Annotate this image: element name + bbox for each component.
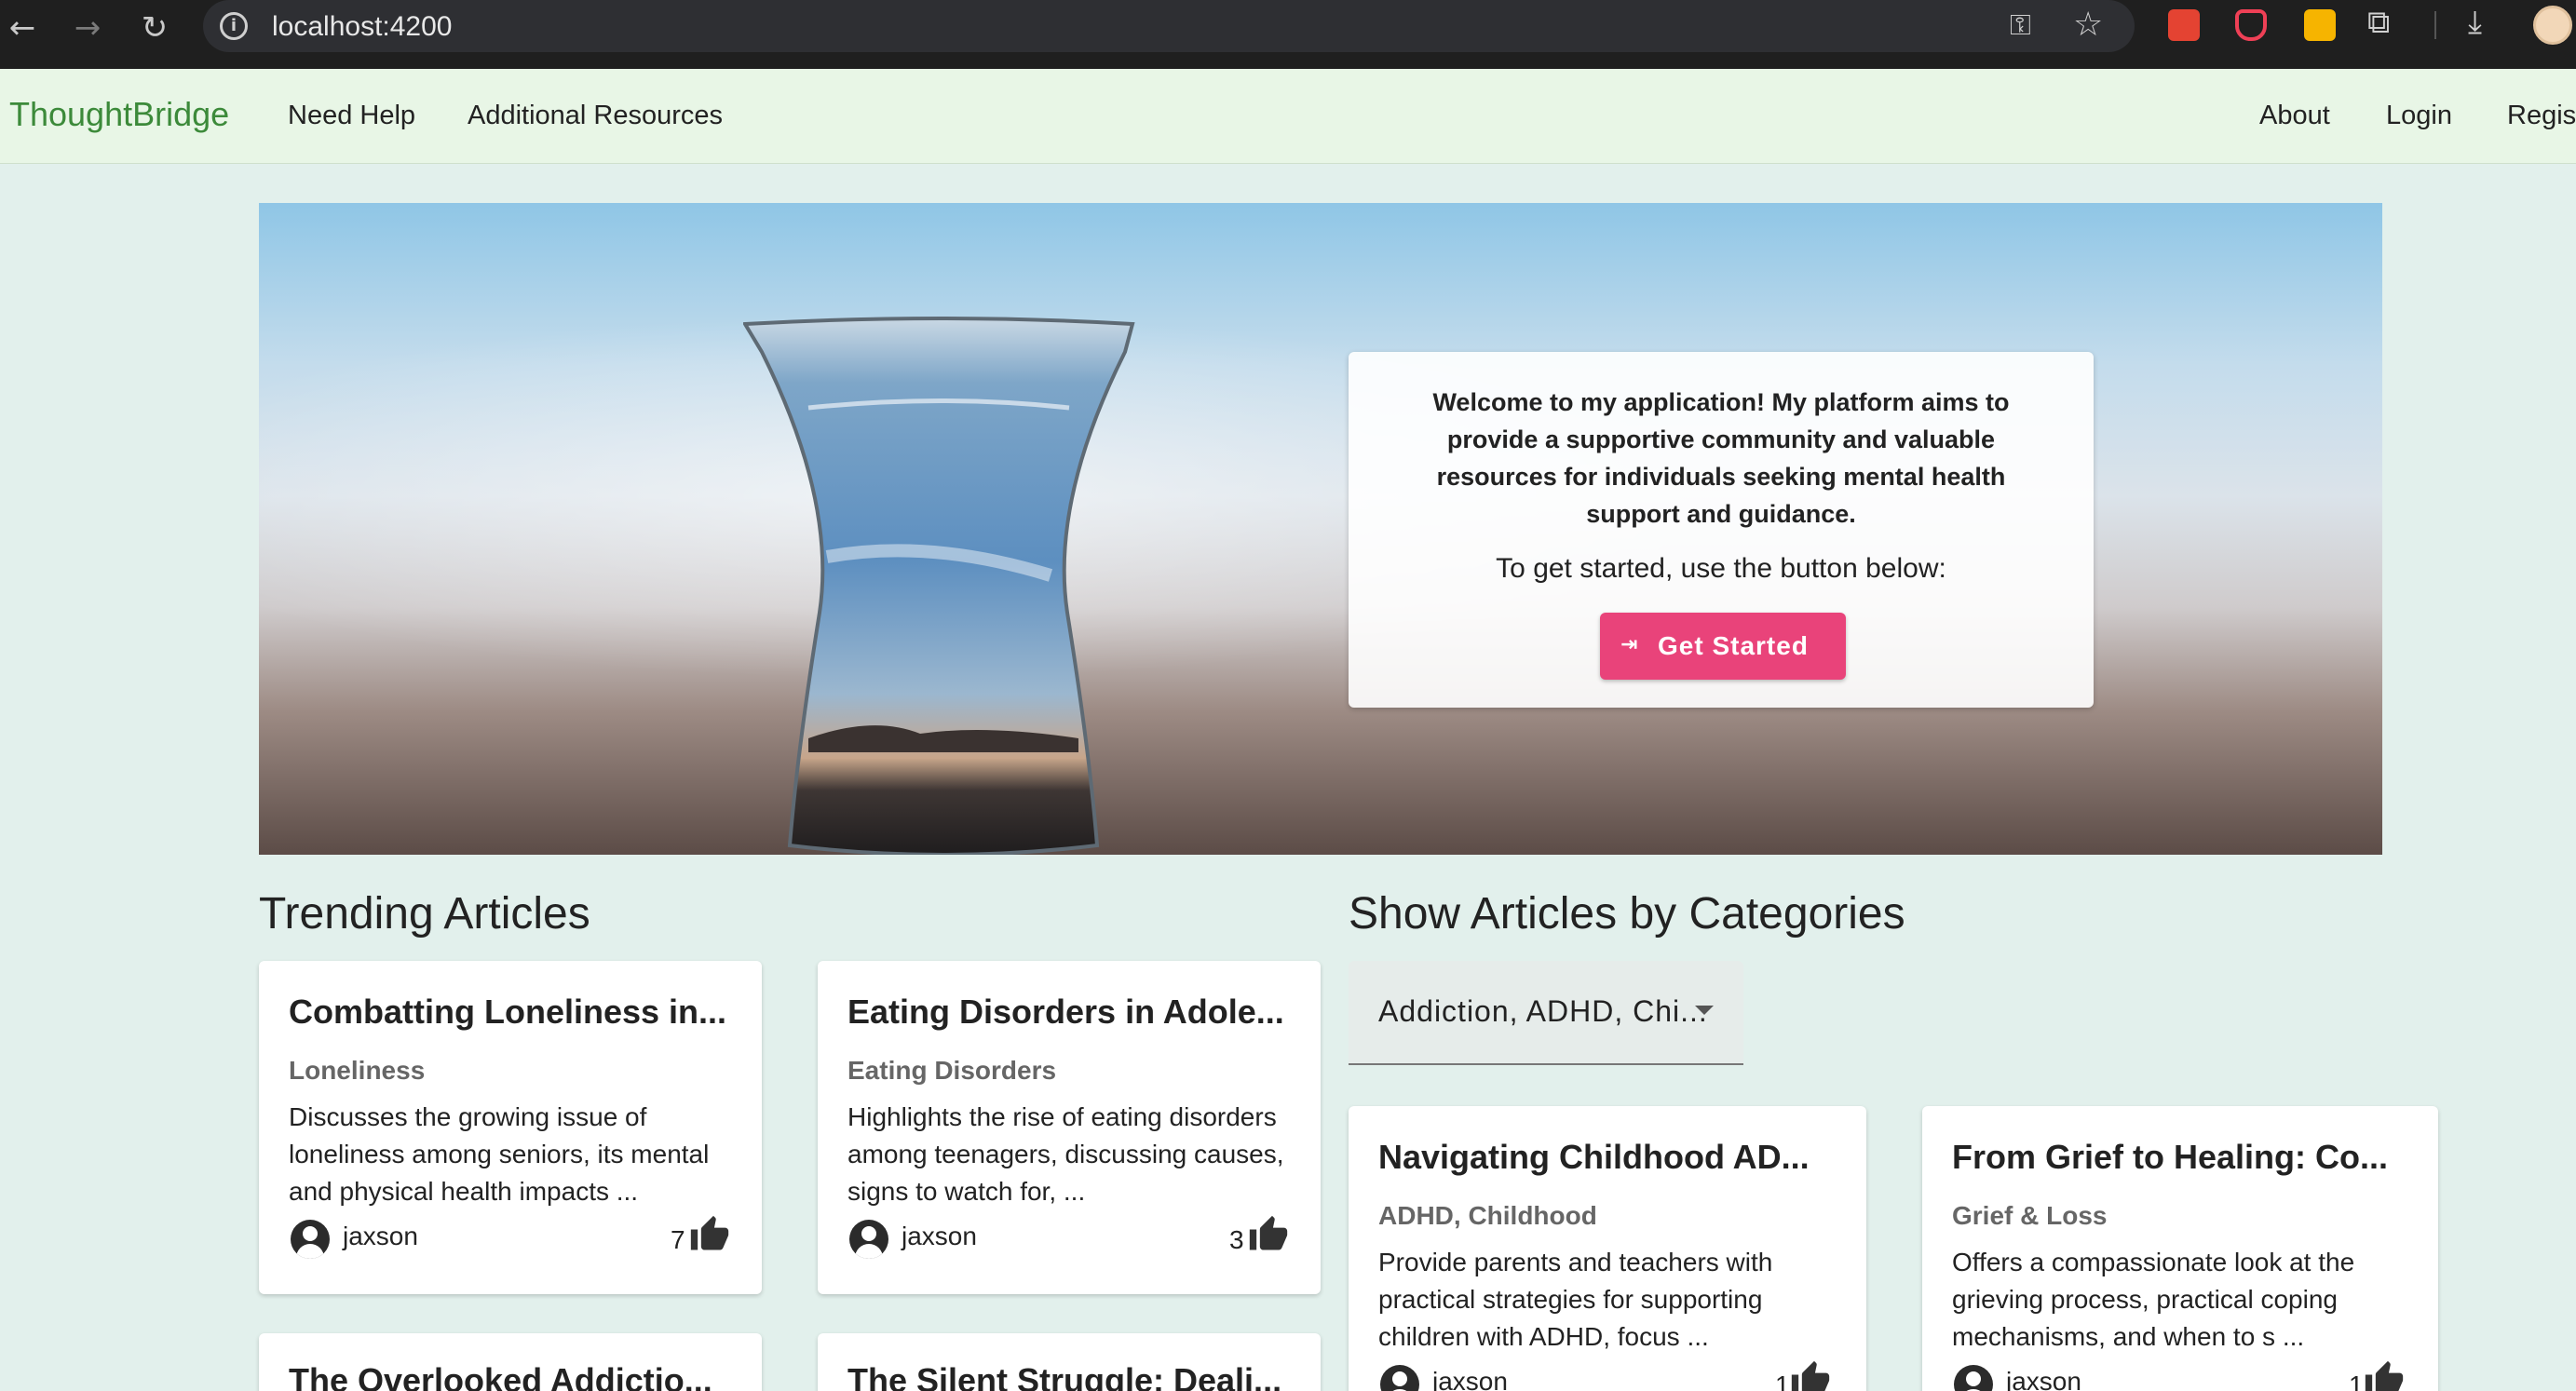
category-article-card[interactable]: Navigating Childhood AD... ADHD, Childho… — [1349, 1106, 1866, 1391]
address-bar[interactable]: i localhost:4200 ⚿ ☆ — [203, 0, 2135, 52]
article-desc-line: Discusses the growing issue of — [289, 1102, 647, 1131]
article-category: Loneliness — [289, 1056, 426, 1085]
login-icon: ⇥ — [1620, 633, 1639, 656]
article-title: The Silent Struggle: Deali... — [847, 1361, 1282, 1391]
profile-avatar[interactable] — [2533, 6, 2572, 45]
account-circle-icon — [291, 1220, 330, 1259]
account-circle-icon — [1954, 1365, 1993, 1391]
extensions-icon[interactable]: ⧉ — [2367, 4, 2390, 41]
welcome-subtext: To get started, use the button below: — [1496, 553, 1946, 584]
like-count: 1 — [1775, 1371, 1790, 1391]
article-category: Eating Disorders — [847, 1056, 1057, 1085]
article-description: Discusses the growing issue of lonelines… — [289, 1099, 709, 1210]
nav-login[interactable]: Login — [2386, 101, 2452, 131]
trending-article-card[interactable]: The Overlooked Addictio... — [259, 1333, 762, 1391]
thumb-up-icon[interactable] — [1248, 1214, 1289, 1255]
app-navbar: ThoughtBridge Need Help Additional Resou… — [0, 69, 2576, 164]
nav-additional-resources[interactable]: Additional Resources — [468, 101, 723, 131]
star-icon[interactable]: ☆ — [2073, 6, 2103, 44]
trending-article-card[interactable]: Combatting Loneliness in... Loneliness D… — [259, 961, 762, 1294]
article-description: Offers a compassionate look at the griev… — [1952, 1244, 2354, 1356]
article-desc-line: Provide parents and teachers with — [1378, 1248, 1773, 1276]
article-author: jaxson — [1432, 1367, 1508, 1391]
article-title: Combatting Loneliness in... — [289, 993, 727, 1031]
info-icon[interactable]: i — [220, 12, 248, 40]
like-count: 7 — [671, 1225, 685, 1254]
article-description: Provide parents and teachers with practi… — [1378, 1244, 1772, 1356]
thumb-up-icon[interactable] — [2364, 1359, 2405, 1391]
trending-article-card[interactable]: Eating Disorders in Adole... Eating Diso… — [818, 961, 1321, 1294]
forward-icon[interactable]: → — [67, 7, 108, 48]
article-category: Grief & Loss — [1952, 1201, 2108, 1230]
back-icon[interactable]: ← — [2, 7, 43, 48]
chevron-down-icon — [1695, 1006, 1714, 1015]
article-author: jaxson — [343, 1222, 418, 1250]
article-author: jaxson — [2006, 1367, 2081, 1391]
download-icon[interactable]: ⤓ — [2468, 4, 2482, 41]
account-circle-icon — [849, 1220, 888, 1259]
browser-toolbar: ← → ↻ i localhost:4200 ⚿ ☆ ⧉ ⤓ — [0, 0, 2576, 69]
todoist-icon[interactable] — [2168, 9, 2200, 41]
thumb-up-icon[interactable] — [1790, 1359, 1831, 1391]
get-started-label: Get Started — [1658, 631, 1809, 660]
article-desc-line: signs to watch for, ... — [847, 1177, 1086, 1206]
article-author: jaxson — [902, 1222, 977, 1250]
category-article-card[interactable]: From Grief to Healing: Co... Grief & Los… — [1922, 1106, 2438, 1391]
article-description: Highlights the rise of eating disorders … — [847, 1099, 1284, 1210]
nav-about[interactable]: About — [2259, 101, 2330, 131]
article-desc-line: and physical health impacts ... — [289, 1177, 639, 1206]
article-title: Navigating Childhood AD... — [1378, 1138, 1810, 1176]
article-desc-line: mechanisms, and when to s ... — [1952, 1322, 2305, 1351]
article-title: Eating Disorders in Adole... — [847, 993, 1284, 1031]
welcome-message: Welcome to my application! My platform a… — [1432, 388, 2010, 528]
article-desc-line: loneliness among seniors, its mental — [289, 1140, 710, 1168]
nav-register[interactable]: Register — [2507, 101, 2576, 131]
trending-article-card[interactable]: The Silent Struggle: Deali... — [818, 1333, 1321, 1391]
key-icon[interactable]: ⚿ — [2010, 9, 2031, 42]
welcome-card: Welcome to my application! My platform a… — [1349, 352, 2094, 708]
hero-banner: Welcome to my application! My platform a… — [259, 203, 2382, 855]
category-select[interactable]: Addiction, ADHD, Chi... — [1349, 961, 1743, 1065]
account-circle-icon — [1380, 1365, 1419, 1391]
article-desc-line: among teenagers, discussing causes, — [847, 1140, 1284, 1168]
brand-logo[interactable]: ThoughtBridge — [9, 95, 229, 134]
nav-need-help[interactable]: Need Help — [288, 101, 415, 131]
article-category: ADHD, Childhood — [1378, 1201, 1597, 1230]
article-desc-line: grieving process, practical coping — [1952, 1285, 2338, 1314]
categories-heading: Show Articles by Categories — [1349, 889, 1905, 939]
pocket-icon[interactable] — [2235, 9, 2267, 41]
keep-icon[interactable] — [2304, 9, 2336, 41]
article-desc-line: Highlights the rise of eating disorders — [847, 1102, 1277, 1131]
like-count: 3 — [1229, 1225, 1244, 1254]
thumb-up-icon[interactable] — [689, 1214, 730, 1255]
article-desc-line: practical strategies for supporting — [1378, 1285, 1763, 1314]
url-text[interactable]: localhost:4200 — [272, 11, 452, 43]
toolbar-divider — [2434, 11, 2436, 39]
get-started-button[interactable]: ⇥ Get Started — [1600, 613, 1846, 680]
reload-icon[interactable]: ↻ — [134, 7, 175, 48]
article-desc-line: Offers a compassionate look at the — [1952, 1248, 2355, 1276]
glass-image — [743, 317, 1135, 855]
article-title: From Grief to Healing: Co... — [1952, 1138, 2389, 1176]
article-title: The Overlooked Addictio... — [289, 1361, 712, 1391]
trending-heading: Trending Articles — [259, 889, 590, 939]
like-count: 1 — [2349, 1371, 2364, 1391]
article-desc-line: children with ADHD, focus ... — [1378, 1322, 1709, 1351]
category-select-value: Addiction, ADHD, Chi... — [1378, 994, 1708, 1028]
